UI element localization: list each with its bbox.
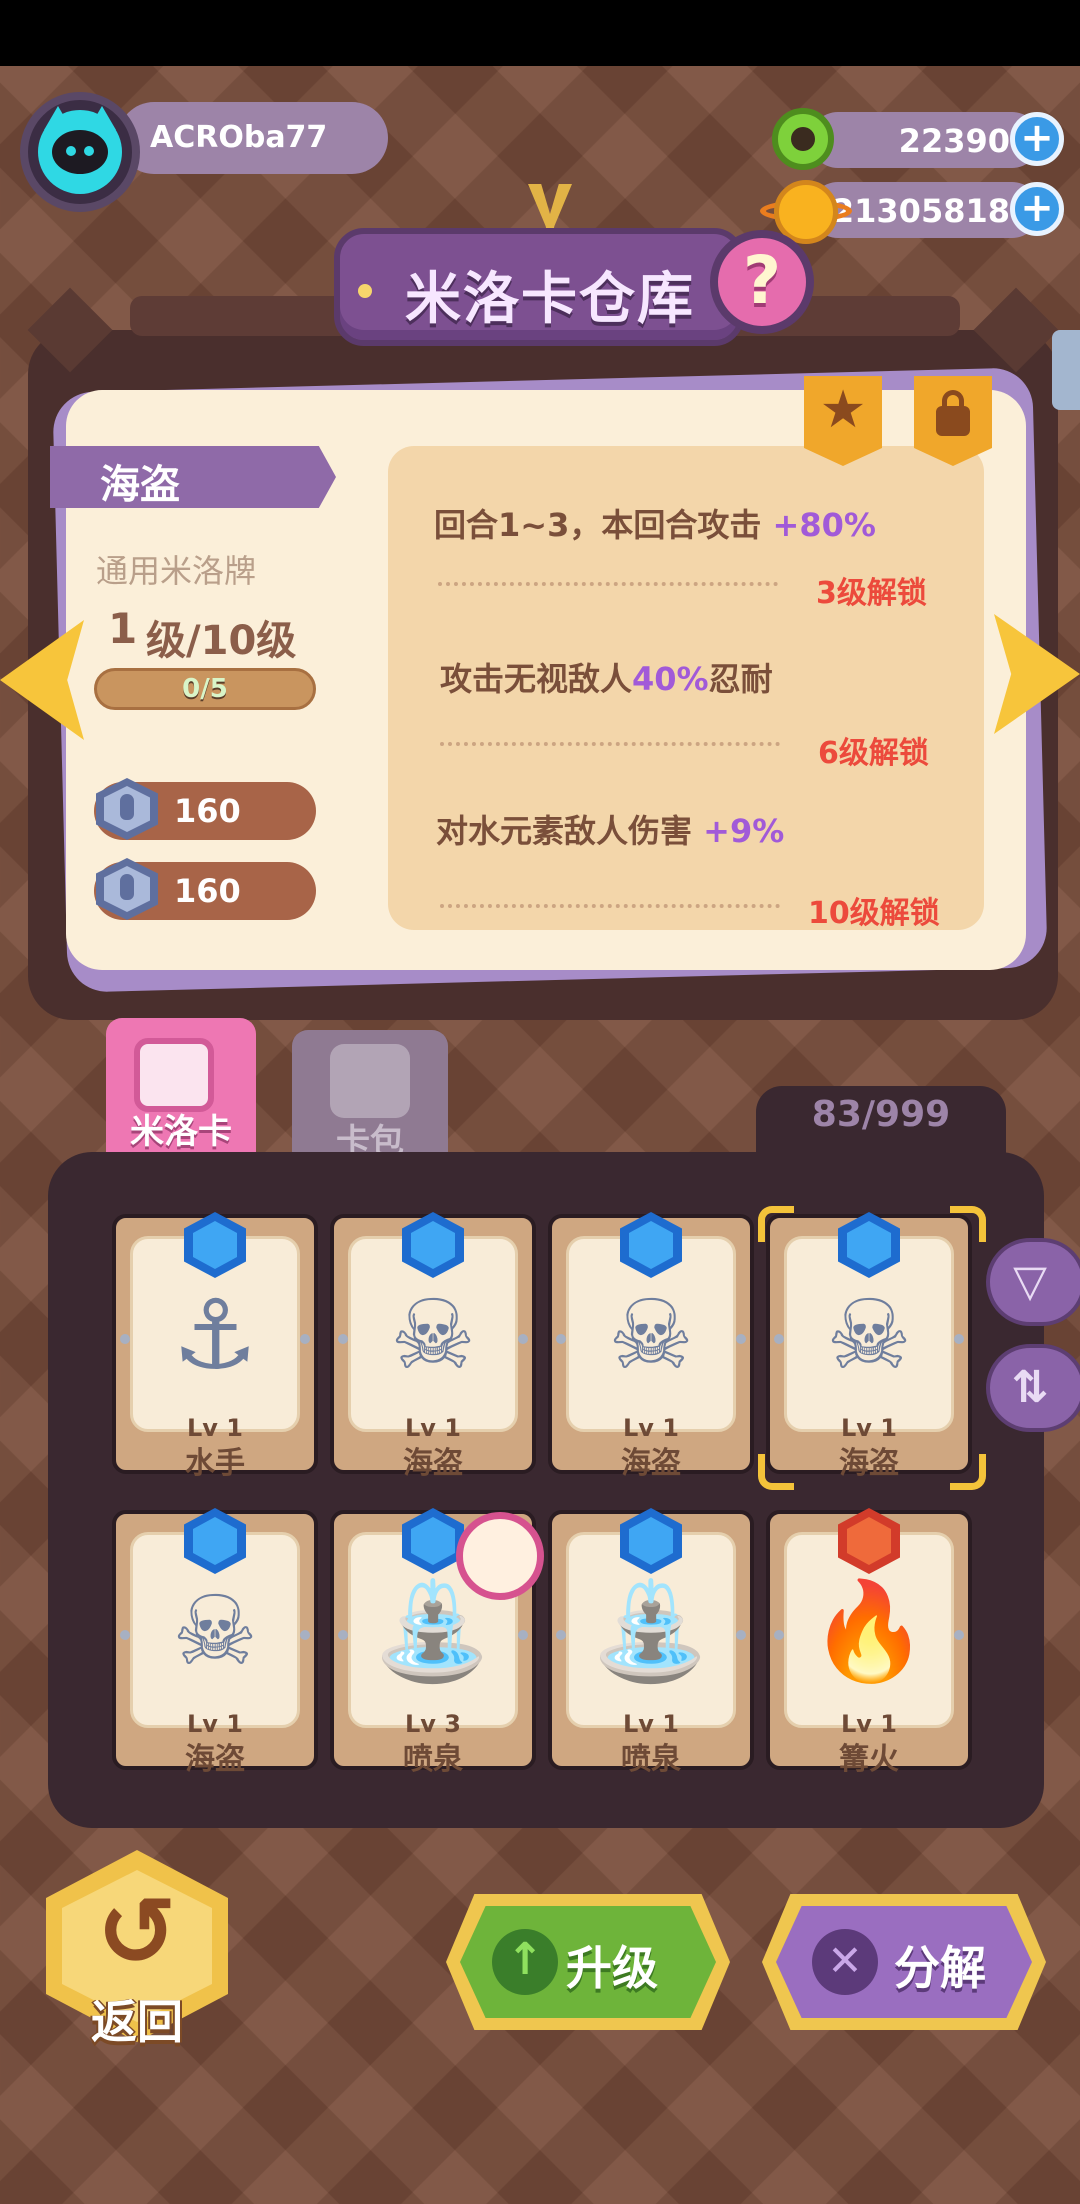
skill-2-suffix: 忍耐 bbox=[708, 660, 773, 698]
status-bar bbox=[0, 0, 1080, 66]
card-item-name: 海盗 bbox=[839, 1446, 899, 1481]
green-coin-icon bbox=[772, 108, 834, 170]
campfire-icon: 🔥 bbox=[809, 1575, 929, 1687]
rarity-badge-inner bbox=[193, 1221, 237, 1269]
card-item-name: 喷泉 bbox=[621, 1742, 681, 1777]
upgrade-button-label: 升级 bbox=[566, 1941, 658, 1995]
card-item-name: 海盗 bbox=[185, 1742, 245, 1777]
card-item[interactable]: ☠ Lv 1 海盗 bbox=[766, 1212, 972, 1481]
skill-divider bbox=[438, 582, 778, 586]
sort-icon: ⇅ bbox=[1011, 1362, 1049, 1413]
rarity-badge-inner bbox=[847, 1221, 891, 1269]
cat-ear-left bbox=[44, 106, 72, 130]
fountain-icon: ⛲ bbox=[591, 1575, 711, 1687]
card-item-name: 篝火 bbox=[839, 1742, 899, 1777]
selection-corner bbox=[758, 1206, 794, 1242]
skill-1-unlock: 3级解锁 bbox=[816, 576, 927, 611]
skill-divider bbox=[440, 742, 780, 746]
back-button-label: 返回 bbox=[91, 1995, 183, 2049]
skill-1-prefix: 回合1~3，本回合攻击 bbox=[434, 506, 773, 544]
selection-corner bbox=[758, 1454, 794, 1490]
card-item[interactable]: ⛲ Lv 1 喷泉 bbox=[548, 1508, 754, 1777]
rarity-badge-inner bbox=[629, 1221, 673, 1269]
lock-icon bbox=[936, 406, 970, 436]
card-type: 通用米洛牌 bbox=[96, 552, 257, 590]
decompose-button-label: 分解 bbox=[894, 1941, 986, 1995]
filter-icon: ▽ bbox=[1013, 1256, 1047, 1307]
skill-divider bbox=[440, 904, 780, 908]
cost-value: 160 bbox=[174, 872, 241, 910]
title-dot bbox=[358, 284, 372, 298]
rarity-badge-inner bbox=[193, 1517, 237, 1565]
skill-1-highlight: +80% bbox=[772, 506, 876, 544]
anchor-icon: ⚓ bbox=[171, 1279, 259, 1391]
xp-progress-text: 0/5 bbox=[182, 674, 228, 704]
player-name: ACROba77 bbox=[150, 120, 328, 155]
star-icon: ★ bbox=[819, 380, 867, 440]
rarity-badge-inner bbox=[411, 1221, 455, 1269]
selection-corner bbox=[950, 1206, 986, 1242]
side-share-handle[interactable] bbox=[1052, 330, 1080, 410]
pirate-skull-icon: ☠ bbox=[389, 1279, 477, 1391]
help-button[interactable]: ? bbox=[710, 230, 814, 334]
skill-3-prefix: 对水元素敌人伤害 bbox=[436, 812, 704, 850]
card-item-name: 海盗 bbox=[403, 1446, 463, 1481]
sort-button[interactable]: ⇅ bbox=[986, 1344, 1080, 1432]
card-pack-icon bbox=[330, 1044, 410, 1118]
skill-2-unlock: 6级解锁 bbox=[818, 736, 929, 771]
favorite-tag-button[interactable]: ★ bbox=[804, 376, 882, 466]
skill-2-highlight: 40% bbox=[632, 660, 709, 698]
card-item-name: 海盗 bbox=[621, 1446, 681, 1481]
card-item-name: 水手 bbox=[185, 1446, 245, 1481]
skill-2-text: 攻击无视敌人40%忍耐 bbox=[440, 654, 773, 700]
lock-tag-button[interactable] bbox=[914, 376, 992, 466]
card-level-label: 级/10级 bbox=[146, 618, 297, 664]
card-item[interactable]: 🔥 Lv 1 篝火 bbox=[766, 1508, 972, 1777]
pirate-skull-icon: ☠ bbox=[607, 1279, 695, 1391]
skill-3-text: 对水元素敌人伤害 +9% bbox=[436, 806, 784, 852]
skill-2-prefix: 攻击无视敌人 bbox=[440, 660, 633, 698]
cat-ear-right bbox=[88, 106, 116, 130]
add-green-coin-button[interactable]: + bbox=[1010, 112, 1064, 166]
skill-1-text: 回合1~3，本回合攻击 +80% bbox=[434, 500, 876, 546]
upgrade-arrow-icon: ↑ bbox=[492, 1929, 558, 1995]
card-name-ribbon bbox=[50, 446, 336, 508]
inventory-count: 83/999 bbox=[811, 1094, 951, 1135]
add-gold-coin-button[interactable]: + bbox=[1010, 182, 1064, 236]
card-item[interactable]: ☠ Lv 1 海盗 bbox=[112, 1508, 318, 1777]
card-level-current: 1 bbox=[108, 604, 138, 653]
rarity-badge-inner bbox=[629, 1517, 673, 1565]
green-coin-hole bbox=[791, 127, 815, 151]
tab-milo-card-label: 米洛卡 bbox=[130, 1112, 232, 1152]
card-item[interactable]: ☠ Lv 1 海盗 bbox=[548, 1212, 754, 1481]
card-item-name: 喷泉 bbox=[403, 1742, 463, 1777]
cat-face-icon bbox=[52, 130, 108, 174]
pirate-skull-icon: ☠ bbox=[171, 1575, 259, 1687]
card-name: 海盗 bbox=[100, 462, 180, 508]
selection-corner bbox=[950, 1454, 986, 1490]
rarity-badge-inner bbox=[411, 1517, 455, 1565]
filter-button[interactable]: ▽ bbox=[986, 1238, 1080, 1326]
friend-avatar-badge bbox=[456, 1512, 544, 1600]
cat-eye-left bbox=[66, 146, 76, 156]
crystal-drop bbox=[120, 874, 134, 900]
xp-progress-bar: 0/5 bbox=[94, 668, 316, 710]
skill-3-highlight: +9% bbox=[703, 812, 785, 850]
pirate-skull-icon: ☠ bbox=[825, 1279, 913, 1391]
green-coin-value: 22390 bbox=[898, 122, 1010, 160]
rarity-badge-inner bbox=[847, 1517, 891, 1565]
cat-eye-right bbox=[84, 146, 94, 156]
back-arrow-icon: ↺ bbox=[96, 1876, 178, 1988]
decompose-x-icon: ✕ bbox=[812, 1929, 878, 1995]
cost-value: 160 bbox=[174, 792, 241, 830]
paw-card-icon bbox=[134, 1038, 214, 1112]
crystal-drop bbox=[120, 794, 134, 820]
card-item[interactable]: ⚓ Lv 1 水手 bbox=[112, 1212, 318, 1481]
page-title: 米洛卡仓库 bbox=[405, 267, 695, 332]
skill-3-unlock: 10级解锁 bbox=[808, 896, 940, 931]
card-item[interactable]: ☠ Lv 1 海盗 bbox=[330, 1212, 536, 1481]
